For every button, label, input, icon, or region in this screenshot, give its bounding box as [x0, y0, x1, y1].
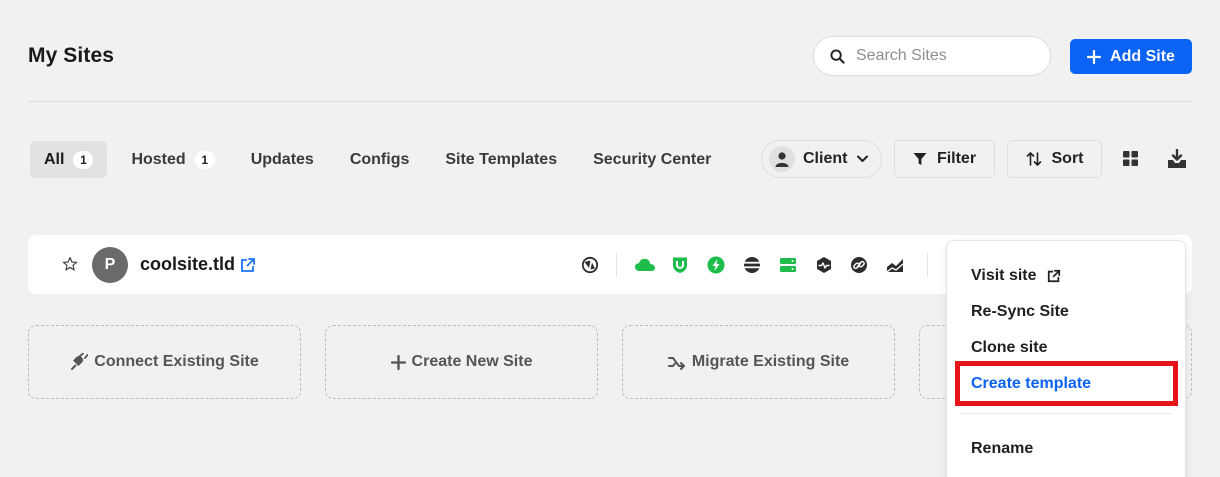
external-link-icon: [1047, 269, 1060, 283]
wp-core-icon[interactable]: [581, 256, 599, 274]
tab-security-center[interactable]: Security Center: [579, 141, 725, 178]
site-tabs: All 1 Hosted 1 Updates Configs Site Temp…: [30, 141, 725, 178]
menu-item-create-template[interactable]: Create template: [971, 375, 1091, 393]
connect-existing-site-card[interactable]: Connect Existing Site: [28, 325, 301, 399]
filter-button[interactable]: Filter: [894, 140, 995, 178]
client-label: Client: [803, 150, 848, 167]
uptime-icon[interactable]: [815, 256, 833, 274]
server-icon[interactable]: [779, 256, 797, 274]
search-icon: [830, 48, 845, 64]
analytics-icon[interactable]: [886, 256, 904, 274]
tab-configs[interactable]: Configs: [336, 141, 424, 178]
tab-count-badge: 1: [73, 150, 94, 169]
site-avatar: P: [92, 247, 128, 283]
bolt-icon[interactable]: [707, 256, 725, 274]
search-box[interactable]: [813, 36, 1051, 76]
menu-item-visit-site[interactable]: Visit site: [971, 267, 1061, 285]
grid-view-icon[interactable]: [1122, 150, 1139, 172]
tab-label: Configs: [349, 150, 410, 168]
tab-label: Updates: [250, 150, 314, 168]
star-icon[interactable]: [62, 256, 78, 272]
migrate-icon: [667, 357, 685, 370]
site-name[interactable]: coolsite.tld: [140, 254, 235, 275]
icon-separator: [616, 253, 617, 277]
tab-label: Security Center: [593, 150, 712, 168]
card-label: Migrate Existing Site: [691, 353, 850, 370]
tab-label: All: [44, 150, 65, 168]
add-site-label: Add Site: [1110, 47, 1175, 65]
header-divider: [28, 101, 1192, 102]
search-input[interactable]: [856, 47, 1026, 65]
card-label: Connect Existing Site: [94, 353, 259, 370]
my-sites-page: My Sites Add Site All 1 Hosted 1 Updates…: [0, 0, 1220, 477]
tab-all[interactable]: All 1: [30, 141, 108, 178]
external-link-icon[interactable]: [240, 257, 256, 273]
tab-updates[interactable]: Updates: [237, 141, 328, 178]
tab-site-templates[interactable]: Site Templates: [431, 141, 571, 178]
plus-icon: [1087, 49, 1102, 64]
site-actions-menu: Visit site Re-Sync Site Clone site Creat…: [946, 240, 1186, 477]
card-label: Create New Site: [411, 353, 533, 370]
tab-count-badge: 1: [194, 150, 215, 169]
menu-item-label: Clone site: [971, 339, 1048, 356]
migrate-existing-site-card[interactable]: Migrate Existing Site: [622, 325, 895, 399]
filter-icon: [913, 153, 927, 165]
shield-icon[interactable]: [671, 256, 689, 274]
tab-hosted[interactable]: Hosted 1: [117, 141, 228, 178]
menu-item-label: Create template: [971, 375, 1092, 392]
add-site-button[interactable]: Add Site: [1070, 39, 1192, 74]
menu-item-label: Re-Sync Site: [971, 303, 1069, 320]
sort-button[interactable]: Sort: [1007, 140, 1102, 178]
menu-item-label: Visit site: [971, 267, 1037, 284]
plug-icon: [71, 353, 89, 370]
menu-item-resync-site[interactable]: Re-Sync Site: [971, 303, 1069, 321]
icon-separator: [927, 253, 928, 277]
user-icon: [769, 146, 795, 172]
chevron-down-icon: [857, 155, 869, 162]
database-icon[interactable]: [743, 256, 761, 274]
cloud-icon[interactable]: [634, 256, 656, 274]
create-new-site-card[interactable]: Create New Site: [325, 325, 598, 399]
tab-label: Site Templates: [445, 150, 558, 168]
menu-divider: [961, 413, 1171, 414]
menu-item-clone-site[interactable]: Clone site: [971, 339, 1047, 357]
filter-label: Filter: [936, 150, 977, 167]
tab-label: Hosted: [131, 150, 186, 168]
download-icon[interactable]: [1167, 148, 1187, 174]
sort-icon: [1026, 152, 1041, 166]
link-icon[interactable]: [850, 256, 868, 274]
sort-label: Sort: [1051, 150, 1084, 167]
menu-item-rename[interactable]: Rename: [971, 440, 1033, 458]
page-title: My Sites: [28, 44, 114, 67]
client-filter-button[interactable]: Client: [761, 140, 882, 178]
plus-icon: [390, 354, 406, 370]
menu-item-label: Rename: [971, 440, 1034, 457]
